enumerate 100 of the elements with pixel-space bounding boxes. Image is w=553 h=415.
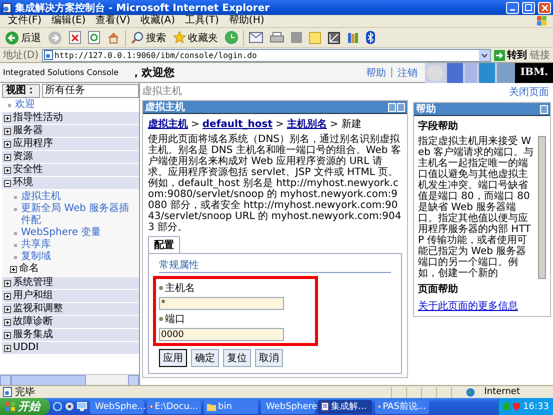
windows-flag-icon [537,16,547,26]
category-label: 环境 [13,177,33,189]
view-select[interactable]: 所有任务 [42,84,139,98]
bluetooth-icon [366,31,375,44]
taskbar-button[interactable]: 集成解... [318,400,372,414]
page-title: 虚拟主机 [142,85,183,98]
input-field[interactable]: * [159,297,284,310]
go-button[interactable]: 转到 [494,48,527,62]
globe-icon [466,388,476,396]
address-label: 地址(D) [3,48,39,62]
section-title: 常规属性 [159,258,391,273]
folder-icon [207,402,216,410]
form-button[interactable]: 复位 [223,349,251,367]
taskbar-button[interactable]: E:\Docu... [147,400,201,414]
links-label[interactable]: 链接 [530,48,550,62]
nav-category[interactable]: UDDI [2,342,139,354]
nav-category[interactable]: 监视和调整 [2,303,139,315]
menu-item[interactable]: 文件(F) [3,15,47,27]
field-label: 主机名 [165,282,195,295]
nav-category[interactable]: 故障诊断 [2,316,139,328]
category-label: 资源 [13,151,33,163]
breadcrumb-link[interactable]: 主机别名 [286,117,327,131]
menu-item[interactable]: 收藏(A) [135,15,180,27]
favorites-button[interactable]: 收藏夹 [171,28,220,46]
search-button[interactable]: 搜索 [129,28,168,46]
page-icon [44,50,53,60]
breadcrumb-separator: > [191,118,200,130]
nav-category[interactable]: 命名 [2,263,139,275]
bullet-icon [14,208,17,211]
vertical-scrollbar[interactable] [538,136,546,279]
nav-category[interactable]: 指导性活动 [2,112,139,124]
help-button[interactable] [388,102,396,112]
close-button[interactable] [538,2,551,14]
header-link[interactable]: 注销 [397,66,418,80]
breadcrumb-separator: > [330,118,338,130]
page-icon [3,387,12,397]
bullet-icon [14,244,17,247]
panel-title: 帮助 [416,102,437,116]
description-text: 使用此页面将域名系统（DNS）别名，通过别名识别虚拟主机。别名是 DNS 主机名和唯一端口号的组合。Web 客户端使用别名来构成对 Web 应用程序资源的 URL 请求。应用程序资源包括 servlet、JSP 文件或 HTML 页。例如，default_host 别名是 http://myhost.newyork.com:9080/servlet/snoop 的 myhost.newyork.com:9080 部分，或者安全 http://myhost.newyork.com:9043/servlet/snoop URL 的 myhost.newyork.com:9043 部分。 [148,134,402,233]
breadcrumb-link[interactable]: default_host [202,118,272,130]
form-button[interactable]: 确定 [191,349,219,367]
nav-link[interactable]: 共享库 [21,239,51,251]
clock-icon [225,31,238,44]
category-label: 服务集成 [13,329,53,341]
desktop-icon [77,402,87,411]
square-icon [503,403,510,410]
nav-category[interactable]: 服务集成 [2,329,139,341]
address-field[interactable]: http://127.0.0.1:9060/ibm/console/login.do [42,48,491,62]
minimize-button[interactable] [506,2,519,14]
close-page-link[interactable]: 关闭页面 [509,85,549,99]
header-link[interactable]: 帮助 [366,66,386,80]
maximize-icon [525,4,532,11]
nav-category[interactable]: 用户和组 [2,290,139,302]
nav-category[interactable]: 资源 [2,151,139,163]
menu-item[interactable]: 查看(V) [90,15,136,27]
tab[interactable]: 配置 [148,236,180,253]
nav-category[interactable]: 服务器 [2,125,139,137]
bluetooth-button[interactable] [364,28,377,46]
menu-item[interactable]: 工具(T) [180,15,224,27]
refresh-button[interactable] [86,28,102,46]
menu-item[interactable]: 帮助(H) [224,15,270,27]
address-url: http://127.0.0.1:9060/ibm/console/login.do [54,50,258,60]
input-field[interactable]: 0000 [159,328,284,341]
nav-category[interactable]: 应用程序 [2,138,139,150]
taskbar-button[interactable]: bin [204,400,258,414]
nav-link[interactable]: 欢迎 [15,99,35,111]
history-button[interactable] [223,28,240,46]
form-button[interactable]: 取消 [255,349,283,367]
nav-category[interactable]: 安全性 [2,164,139,176]
nav-category[interactable]: 系统管理 [2,277,139,289]
browser-icon [53,402,62,411]
status-text: 完毕 [15,386,35,399]
bullet-icon [8,104,11,107]
nav-link[interactable]: 复制域 [21,251,51,263]
nav-category[interactable]: 环境 [2,177,139,189]
taskbar-button[interactable]: WebSphere [261,400,315,414]
taskbar-button[interactable]: PAS前说... [375,400,429,414]
expand-icon [4,292,11,300]
form-button[interactable]: 应用 [159,349,187,367]
maximize-button[interactable] [522,2,535,14]
back-arrow-icon [5,30,19,44]
expand-icon [4,332,11,338]
help-link[interactable]: 关于此页面的更多信息 [418,299,546,313]
clock: 16:33 [523,402,549,412]
nav-link[interactable]: 虚拟主机 [21,191,61,203]
taskbar-button[interactable]: WebSphe... [90,400,144,414]
menu-item[interactable]: 编辑(E) [46,15,91,27]
breadcrumb-link[interactable]: 虚拟主机 [148,117,188,131]
panel-title: 虚拟主机 [145,100,186,114]
nav-link[interactable]: 更新全局 Web 服务器插件配 [21,203,139,227]
stop-button[interactable] [67,28,83,46]
go-arrow-icon [494,50,505,60]
back-button[interactable]: 后退 [3,28,43,46]
windows-flag-icon [6,402,15,411]
nav-link[interactable]: WebSphere 变量 [21,227,102,239]
minimize-button[interactable] [397,102,405,112]
minimize-button[interactable] [540,104,548,114]
view-label: 视图： [2,84,40,98]
horizontal-scrollbar[interactable] [0,374,139,385]
expand-icon [4,140,11,148]
